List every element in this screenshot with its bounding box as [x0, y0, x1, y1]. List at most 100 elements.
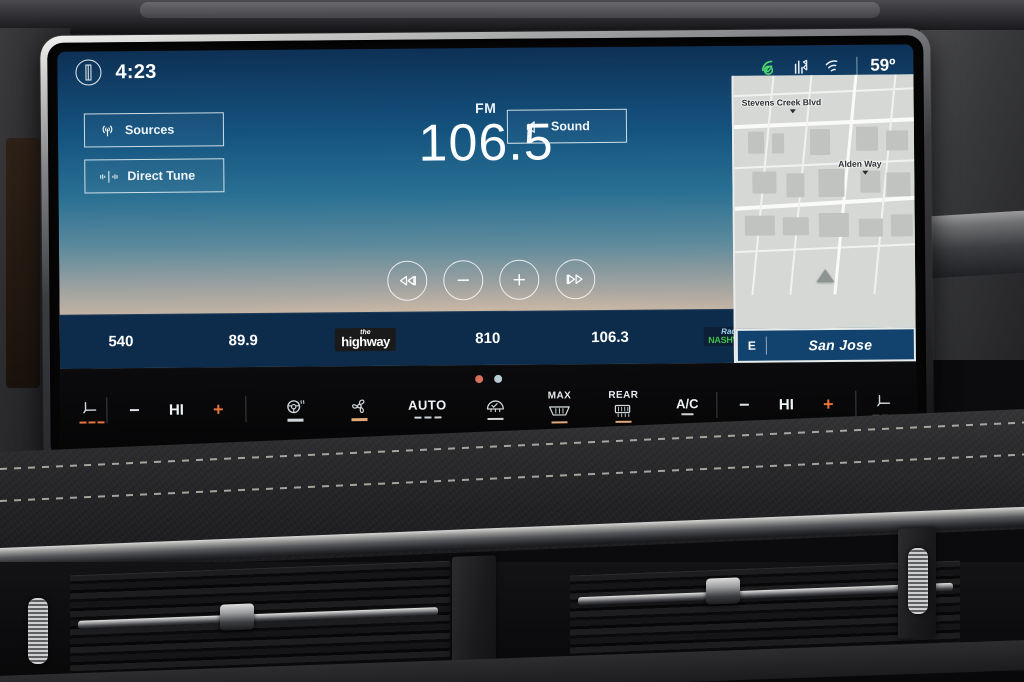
- steering-wheel-heat-indicator: [287, 418, 304, 422]
- driver-temperature-value[interactable]: HI: [161, 401, 191, 419]
- infotainment-screen: 4:23 59º Sources Direct Tune Sound FM 10…: [57, 44, 917, 453]
- preset-5[interactable]: 106.3: [549, 310, 672, 364]
- current-city-label: San Jose: [808, 336, 873, 353]
- display-bezel: 4:23 59º Sources Direct Tune Sound FM 10…: [40, 28, 934, 468]
- highway-logo-line2: highway: [341, 333, 390, 350]
- auto-label: AUTO: [408, 397, 447, 413]
- status-divider: [856, 56, 858, 75]
- map-footer-bar[interactable]: E San Jose: [735, 327, 917, 363]
- preset-3[interactable]: the highway: [304, 312, 427, 366]
- right-vent-slider[interactable]: [908, 548, 928, 614]
- ac-indicator: [681, 412, 694, 416]
- right-vent-direction-knob[interactable]: [706, 577, 740, 605]
- passenger-temp-up-label: +: [822, 394, 834, 415]
- outside-temperature: 59º: [870, 55, 896, 75]
- compass-heading: E: [747, 338, 756, 353]
- driver-seat-heat-level: [78, 420, 105, 424]
- passenger-temp-up-button[interactable]: +: [813, 394, 843, 415]
- left-vent-direction-knob[interactable]: [220, 603, 254, 631]
- passenger-temp-down-button[interactable]: −: [729, 395, 759, 416]
- rear-defrost-button[interactable]: REAR: [608, 389, 638, 424]
- preset-4-label: 810: [475, 329, 501, 347]
- driver-temp-up-button[interactable]: +: [203, 400, 233, 420]
- dashboard-background: 4:23 59º Sources Direct Tune Sound FM 10…: [0, 0, 1024, 682]
- preset-2[interactable]: 89.9: [182, 313, 305, 367]
- map-widget[interactable]: ‹: [731, 74, 917, 363]
- page-dot-2[interactable]: [493, 374, 502, 383]
- max-defrost-button[interactable]: MAX: [544, 390, 574, 424]
- previous-station-button[interactable]: [387, 260, 428, 301]
- wifi-hotspot-icon: [761, 60, 773, 75]
- signal-icon: [794, 59, 808, 74]
- climate-divider-4: [855, 391, 857, 418]
- auto-climate-button[interactable]: AUTO: [408, 397, 447, 419]
- next-icon: [566, 274, 583, 285]
- lincoln-logo-icon: [75, 59, 102, 86]
- map-marker-1: [789, 109, 796, 114]
- previous-icon: [399, 275, 416, 286]
- heated-seat-icon: [83, 401, 97, 414]
- left-vent-slider[interactable]: [28, 598, 48, 664]
- map-street-label-2: Alden Way: [838, 158, 882, 169]
- display-inner-frame: 4:23 59º Sources Direct Tune Sound FM 10…: [47, 35, 927, 461]
- vehicle-position-arrow-icon: [816, 268, 835, 282]
- source-buttons-group: Sources Direct Tune: [83, 112, 225, 194]
- antenna-icon: [102, 125, 113, 136]
- passenger-temp-down-label: −: [738, 395, 750, 416]
- sound-button-label: Sound: [550, 119, 590, 134]
- front-defrost-icon: [487, 400, 505, 412]
- sound-button[interactable]: Sound: [506, 108, 628, 144]
- heated-steering-wheel-button[interactable]: [280, 397, 310, 422]
- sources-button-label: Sources: [124, 122, 175, 138]
- direct-tune-button[interactable]: Direct Tune: [84, 158, 225, 194]
- fan-speed-indicator: [351, 418, 368, 421]
- max-defrost-indicator: [551, 420, 568, 424]
- climate-divider-1: [106, 397, 108, 424]
- heated-steering-wheel-icon: [287, 400, 305, 414]
- heated-seat-icon: [877, 394, 891, 407]
- passenger-heated-seat-button[interactable]: [870, 391, 900, 417]
- center-vent-divider: [452, 555, 496, 675]
- wifi-icon: [825, 59, 838, 72]
- driver-temp-down-button[interactable]: −: [119, 400, 149, 420]
- preset-4[interactable]: 810: [426, 311, 549, 365]
- driver-temp-label: HI: [168, 401, 184, 419]
- climate-divider-3: [716, 392, 718, 419]
- map-canvas[interactable]: Stevens Creek Blvd Alden Way: [733, 74, 916, 329]
- speaker-icon: [526, 120, 535, 133]
- auto-indicator: [413, 416, 441, 419]
- max-defrost-icon: [549, 405, 570, 416]
- ac-button[interactable]: A/C: [672, 396, 702, 416]
- next-station-button[interactable]: [555, 259, 596, 300]
- plus-icon: [513, 273, 526, 286]
- ac-label: A/C: [676, 395, 699, 411]
- page-dot-1[interactable]: [474, 374, 483, 383]
- sources-button[interactable]: Sources: [83, 112, 225, 148]
- front-defrost-button[interactable]: [481, 394, 511, 421]
- fan-speed-button[interactable]: [344, 396, 374, 421]
- status-icon-group: 59º: [760, 55, 896, 76]
- passenger-temperature-value[interactable]: HI: [771, 396, 801, 413]
- direct-tune-button-label: Direct Tune: [127, 168, 196, 184]
- driver-heated-seat-button[interactable]: [76, 398, 106, 424]
- map-marker-2: [862, 170, 869, 175]
- right-dash-panel: [920, 30, 1024, 360]
- front-defrost-indicator: [487, 417, 504, 421]
- preset-1[interactable]: 540: [60, 314, 183, 368]
- fan-icon: [351, 399, 365, 414]
- rear-defrost-indicator: [615, 420, 632, 424]
- clock: 4:23: [115, 60, 157, 83]
- tune-down-button[interactable]: [443, 260, 484, 301]
- tuner-icon: [100, 170, 118, 183]
- preset-2-label: 89.9: [228, 331, 258, 350]
- max-defrost-label: MAX: [547, 389, 572, 402]
- tune-up-button[interactable]: [499, 259, 540, 300]
- minus-icon: [457, 279, 470, 282]
- preset-1-label: 540: [108, 332, 134, 351]
- audio-main-panel: 4:23 59º Sources Direct Tune Sound FM 10…: [57, 44, 917, 383]
- rear-defrost-icon: [614, 404, 631, 417]
- passenger-temp-label: HI: [778, 396, 794, 414]
- preset-5-label: 106.3: [591, 328, 629, 346]
- climate-divider-2: [245, 396, 247, 423]
- map-street-label-1: Stevens Creek Blvd: [741, 97, 822, 108]
